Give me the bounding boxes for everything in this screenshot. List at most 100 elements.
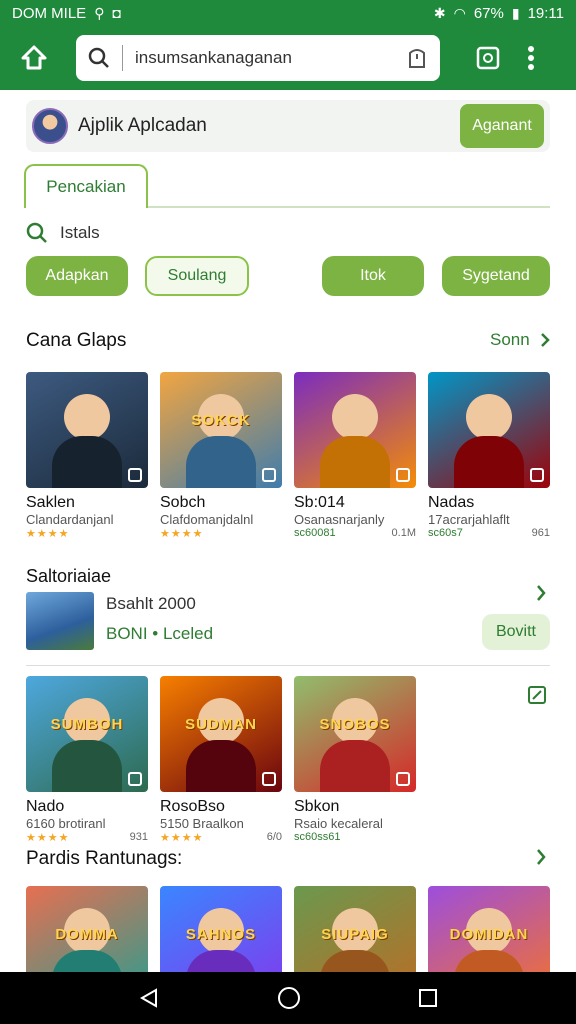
notification-icon: ◘ <box>112 5 121 21</box>
more-icon <box>528 46 534 70</box>
app-name: RosoBso <box>160 798 225 815</box>
link-icon: ⚲ <box>94 4 105 21</box>
app-rating: sc60ss61 <box>294 831 341 843</box>
character-body <box>454 436 524 488</box>
app-thumbnail[interactable]: DOMIDAN <box>428 886 550 972</box>
badge-icon <box>530 468 544 482</box>
app-card[interactable]: SIUPAIG <box>294 886 416 972</box>
home-circle-icon[interactable] <box>277 986 301 1010</box>
badge-icon <box>396 468 410 482</box>
app-card[interactable]: SUMBOH Nado 6160 brotiranl ★★★★ 931 <box>26 676 148 844</box>
app-subtitle: 5150 Braalkon <box>160 816 244 831</box>
character-body <box>320 950 390 972</box>
featured-status: BONI • Lceled <box>106 624 214 643</box>
home-icon <box>21 45 47 70</box>
back-icon[interactable] <box>138 987 160 1009</box>
character-body <box>454 950 524 972</box>
system-nav-bar <box>0 972 576 1024</box>
chip-filter-2[interactable]: Soulang <box>145 256 249 296</box>
app-subtitle: 17acrarjahlaflt <box>428 512 510 527</box>
see-more-label: Sonn <box>490 330 530 349</box>
character-head <box>332 394 378 440</box>
featured-action-button[interactable]: Bovitt <box>482 614 550 650</box>
app-thumbnail[interactable] <box>294 372 416 488</box>
tab-row: Pencakian <box>24 162 550 208</box>
app-thumbnail[interactable]: SOKCK <box>160 372 282 488</box>
app-card[interactable]: SNOBOS Sbkon Rsaio kecaleral sc60ss61 <box>294 676 416 843</box>
app-thumbnail[interactable]: SUDMAN <box>160 676 282 792</box>
character-body <box>320 740 390 792</box>
game-logo: SNOBOS <box>319 716 391 733</box>
header-action-button[interactable]: Aganant <box>460 104 544 148</box>
app-thumbnail[interactable]: DOMMA <box>26 886 148 972</box>
bookmark-icon[interactable] <box>406 47 428 69</box>
section-title: Pardis Rantunags: <box>26 848 183 869</box>
game-logo: DOMMA <box>55 926 119 943</box>
search-row[interactable]: Istals <box>26 218 100 248</box>
app-thumbnail[interactable]: SUMBOH <box>26 676 148 792</box>
app-card[interactable]: DOMMA <box>26 886 148 972</box>
app-rating: ★★★★ <box>26 832 70 844</box>
featured-title: Bsahlt 2000 <box>106 594 196 613</box>
app-card[interactable]: Nadas 17acrarjahlaflt sc60s7 961 <box>428 372 550 539</box>
app-thumbnail[interactable]: SIUPAIG <box>294 886 416 972</box>
tabs-button[interactable] <box>468 38 508 78</box>
character-body <box>52 740 122 792</box>
url-bar[interactable]: insumsankanaganan <box>76 35 440 81</box>
app-card[interactable]: Saklen Clandardanjanl ★★★★ <box>26 372 148 540</box>
app-rating: ★★★★ <box>160 528 204 540</box>
home-button[interactable] <box>10 34 58 82</box>
chip-filter-4[interactable]: Sygetand <box>442 256 550 296</box>
app-card[interactable]: Sb:014 Osanasnarjanly sc60081 0.1M <box>294 372 416 539</box>
app-card[interactable]: DOMIDAN <box>428 886 550 972</box>
edit-icon[interactable] <box>528 686 546 704</box>
app-card[interactable]: SUDMAN RosoBso 5150 Braalkon ★★★★ 6/0 <box>160 676 282 844</box>
wifi-icon: ◠ <box>453 4 466 21</box>
character-body <box>186 436 256 488</box>
featured-item[interactable]: Bsahlt 2000 BONI • Lceled Bovitt <box>26 590 550 652</box>
character-body <box>52 436 122 488</box>
game-logo: SUDMAN <box>185 716 257 733</box>
badge-icon <box>128 468 142 482</box>
app-thumbnail[interactable] <box>26 372 148 488</box>
recents-icon[interactable] <box>418 988 438 1008</box>
app-name: Sb:014 <box>294 494 345 511</box>
character-body <box>52 950 122 972</box>
battery-icon: ▮ <box>511 4 520 21</box>
avatar[interactable] <box>32 108 68 144</box>
chip-filter-3[interactable]: Itok <box>322 256 424 296</box>
chevron-right-icon[interactable] <box>536 848 546 866</box>
carrier-label: DOM MILE <box>12 4 87 22</box>
app-thumbnail[interactable] <box>428 372 550 488</box>
app-name: Nado <box>26 798 65 815</box>
search-label: Istals <box>60 223 100 242</box>
chip-filter-1[interactable]: Adapkan <box>26 256 128 296</box>
app-card[interactable]: SAHNOS <box>160 886 282 972</box>
app-thumbnail[interactable]: SAHNOS <box>160 886 282 972</box>
app-meta: ★★★★ 6/0 <box>160 831 282 844</box>
section-title: Cana Glaps <box>26 330 127 351</box>
app-meta: sc60081 0.1M <box>294 527 416 539</box>
browser-toolbar: insumsankanaganan <box>0 26 576 90</box>
app-size: 6/0 <box>266 831 282 843</box>
character-head <box>64 394 110 440</box>
featured-thumbnail <box>26 592 94 650</box>
bluetooth-icon: ✱ <box>433 4 446 21</box>
url-text[interactable]: insumsankanaganan <box>135 48 406 68</box>
app-thumbnail[interactable]: SNOBOS <box>294 676 416 792</box>
app-header: Ajplik Aplcadan Aganant <box>26 100 550 152</box>
game-logo: SAHNOS <box>185 926 257 943</box>
tab-search[interactable]: Pencakian <box>24 164 148 208</box>
game-logo: SIUPAIG <box>321 926 389 943</box>
app-meta: sc60ss61 <box>294 831 416 843</box>
app-name: Saklen <box>26 494 75 511</box>
clock-label: 19:11 <box>527 4 564 22</box>
app-meta: ★★★★ <box>26 527 148 540</box>
app-card[interactable]: SOKCK Sobch Clafdomanjdalnl ★★★★ <box>160 372 282 540</box>
badge-icon <box>262 468 276 482</box>
see-more-link[interactable]: Sonn <box>490 330 550 350</box>
badge-icon <box>262 772 276 786</box>
app-title: Ajplik Aplcadan <box>78 115 207 136</box>
app-subtitle: Osanasnarjanly <box>294 512 385 527</box>
more-menu-button[interactable] <box>516 38 546 78</box>
